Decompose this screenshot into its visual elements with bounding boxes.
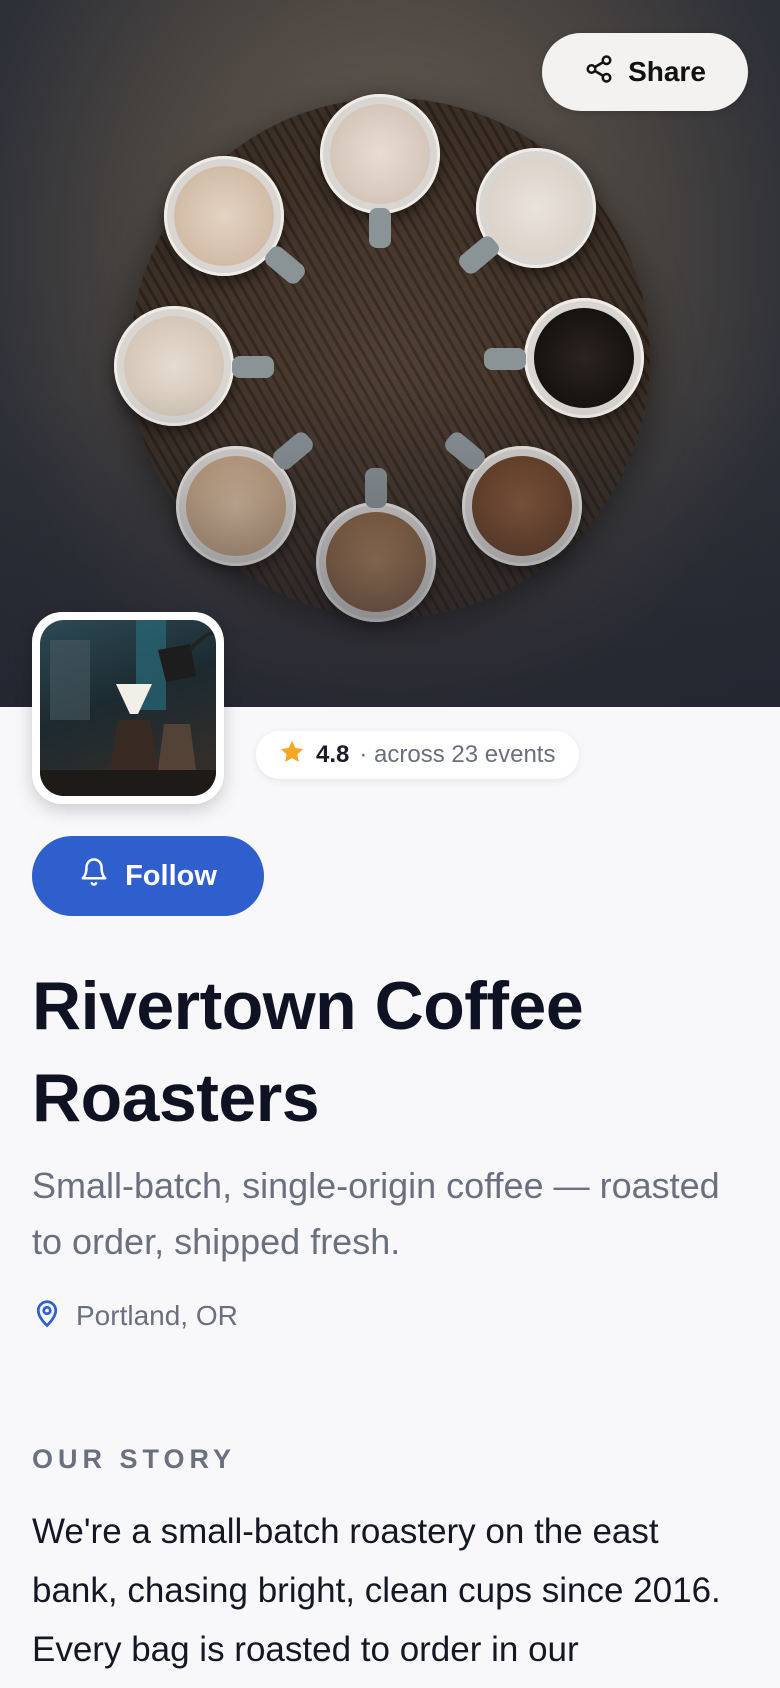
map-pin-icon <box>32 1297 62 1336</box>
location: Portland, OR <box>32 1296 238 1336</box>
story-text: We're a small-batch roastery on the east… <box>32 1512 721 1669</box>
tagline: Small-batch, single-origin coffee — roas… <box>32 1165 720 1262</box>
rating-value: 4.8 <box>316 741 350 768</box>
rating-badge: 4.8 · across 23 events <box>256 731 580 779</box>
location-label: Portland, OR <box>76 1300 238 1331</box>
star-icon <box>278 738 306 773</box>
share-button[interactable]: Share <box>542 33 748 111</box>
follow-label: Follow <box>125 859 217 892</box>
avatar-image <box>40 620 216 796</box>
page-title: Rivertown Coffee Roasters <box>32 968 584 1136</box>
bell-icon <box>79 857 109 895</box>
avatar <box>32 612 224 804</box>
share-icon <box>584 54 614 91</box>
follow-button[interactable]: Follow <box>32 836 264 916</box>
rating-detail: · across 23 events <box>359 741 556 768</box>
share-label: Share <box>628 56 706 87</box>
section-heading: OUR STORY <box>32 1444 237 1474</box>
